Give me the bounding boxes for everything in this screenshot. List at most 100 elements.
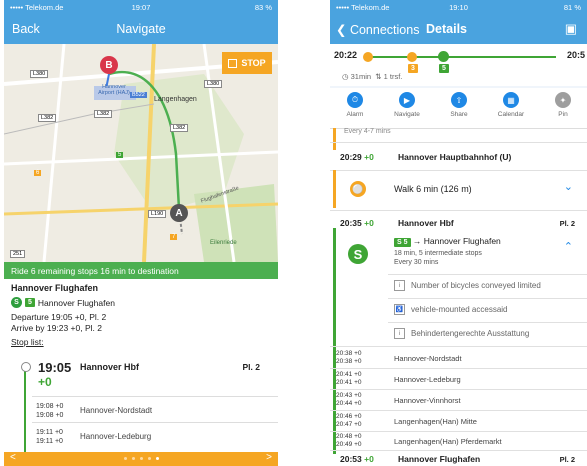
stop-times: 20:46 +0 20:47 +0 [336, 413, 361, 428]
first-stop-delay: +0 [38, 375, 52, 389]
origin-pin-icon[interactable]: A [170, 204, 188, 222]
stop-name: Hannover-Nordstadt [80, 406, 153, 415]
line-segment [333, 128, 336, 150]
map-icon[interactable]: ▣ [565, 21, 577, 37]
line-badge: 5 [439, 64, 449, 73]
walk-icon [363, 52, 373, 62]
chevron-down-icon[interactable]: ⌄ [564, 180, 573, 193]
stop-name: Langenhagen(Han) Mitte [394, 417, 477, 426]
arrive-text: Arrive by 19:23 +0, Pl. 2 [11, 323, 102, 333]
stop-name: Langenhagen(Han) Pferdemarkt [394, 437, 502, 446]
back-label: Connections [349, 23, 420, 37]
station-name: Hannover Hauptbahnhof (U) [398, 152, 512, 162]
arrival-time: 20:53 +0 [340, 454, 374, 464]
road-shield: L380 [30, 70, 49, 78]
first-stop-time: 19:05 [38, 360, 72, 375]
clock: 19:07 [131, 2, 151, 12]
delay: +0 [364, 218, 374, 228]
arrival-time: 20:43 +0 [336, 392, 362, 399]
map-view[interactable]: Hannover Airport (HAJ) Langenhagen Eilen… [4, 43, 278, 263]
back-button[interactable]: ❮ Connections [336, 22, 419, 37]
share-button[interactable]: ⇧ Share [436, 92, 482, 118]
alarm-button[interactable]: ⏱ Alarm [332, 92, 378, 118]
line-row: S 5 Hannover Flughafen [11, 297, 271, 308]
feature-item: i Number of bicycles conveyed limited [394, 280, 541, 291]
platform: Pl. 2 [559, 219, 575, 228]
duration-text: ◷ 31min ⇅ 1 trsf. [342, 72, 403, 81]
destination-title: Hannover Flughafen [11, 283, 99, 293]
stop-button[interactable]: STOP [222, 52, 272, 74]
status-bar: ••••• Telekom.de 19:10 81 % [330, 0, 587, 14]
divider [330, 368, 587, 369]
route-line [24, 364, 26, 452]
page-title: Navigate [116, 22, 166, 36]
departure-time: 20:47 +0 [336, 420, 362, 428]
sbahn-icon: S [348, 244, 368, 264]
walk-icon [407, 52, 417, 62]
stop-dot-icon [21, 362, 31, 372]
road-shield: L382 [38, 114, 57, 122]
divider [388, 274, 587, 275]
arrival-time: 20:41 +0 [336, 371, 362, 378]
road-shield: L190 [148, 210, 167, 218]
page-title: Details [426, 22, 467, 36]
stop-name: Hannover-Nordstadt [394, 354, 462, 363]
road-shield: L380 [204, 80, 223, 88]
page-dot [131, 457, 135, 460]
station-name: Hannover Hbf [398, 218, 454, 228]
ride-progress-bar: Ride 6 remaining stops 16 min to destina… [4, 262, 278, 279]
header-bar: ••••• Telekom.de 19:07 83 % Back Navigat… [4, 0, 278, 44]
toolbar-label: Calendar [497, 111, 525, 118]
action-toolbar: ⏱ Alarm ▶ Navigate ⇧ Share ▦ Calendar ✦ … [330, 88, 587, 129]
chevron-up-icon[interactable]: ⌃ [564, 240, 573, 253]
details-screen: ••••• Telekom.de 19:10 81 % ❮ Connection… [330, 0, 587, 466]
trip-info: Hannover Flughafen S 5 Hannover Flughafe… [11, 281, 271, 347]
toolbar-label: Pin [558, 111, 568, 118]
navigate-button[interactable]: ▶ Navigate [384, 92, 430, 118]
walk-text: Walk 6 min (126 m) [394, 184, 472, 194]
map-label-town: Langenhagen [154, 96, 197, 103]
platform: Pl. 2 [559, 455, 575, 464]
delay: +0 [364, 454, 374, 464]
calendar-button[interactable]: ▦ Calendar [488, 92, 534, 118]
line-direction: Hannover Flughafen [37, 297, 115, 308]
arrival-time: 19:11 +0 [36, 429, 63, 436]
departure-time: 19:11 +0 [36, 438, 63, 445]
walk-icon: ⚪ [350, 181, 366, 197]
sbahn-icon: S [11, 297, 22, 308]
divider [330, 210, 587, 211]
time: 20:35 [340, 218, 362, 228]
departure-time: 19:08 +0 [36, 412, 64, 419]
departure-time: 20:38 +0 [336, 357, 362, 365]
next-page-button[interactable]: > [266, 452, 272, 463]
toolbar-label: Alarm [346, 111, 364, 118]
ride-text: Ride 6 remaining stops 16 min to destina… [11, 265, 179, 276]
station-name: Hannover Flughafen [398, 454, 481, 464]
divider [388, 322, 587, 323]
line-info: 18 min, 5 intermediate stops [394, 250, 482, 257]
page-dot [123, 457, 127, 460]
stop-list-link[interactable]: Stop list: [11, 337, 271, 347]
first-stop-platform: Pl. 2 [242, 362, 260, 372]
bottom-pager: < > [4, 452, 278, 466]
alarm-icon: ⏱ [347, 92, 363, 108]
feature-text: vehicle-mounted accessaid [411, 305, 508, 314]
divider [32, 422, 278, 423]
divider [330, 450, 587, 451]
destination-pin-icon[interactable]: B [100, 56, 118, 74]
feature-text: Behindertengerechte Ausstattung [411, 329, 530, 338]
header-bar: ••••• Telekom.de 19:10 81 % ❮ Connection… [330, 0, 587, 44]
pin-icon: ✦ [555, 92, 571, 108]
pin-button[interactable]: ✦ Pin [540, 92, 586, 118]
stop-list: 19:05 +0 Hannover Hbf Pl. 2 19:08 +0 19:… [4, 356, 278, 452]
station-marker: 5 [116, 152, 124, 158]
stop-times: 20:43 +0 20:44 +0 [336, 392, 361, 407]
feature-text: Number of bicycles conveyed limited [411, 281, 541, 290]
divider [330, 142, 587, 143]
arrival-time: 20:48 +0 [336, 433, 362, 440]
calendar-icon: ▦ [503, 92, 519, 108]
feature-item: i Behindertengerechte Ausstattung [394, 328, 529, 339]
duration: 31min [350, 72, 372, 81]
stop-times: 19:11 +0 19:11 +0 [36, 428, 63, 446]
departure-time: 20:49 +0 [336, 440, 362, 448]
